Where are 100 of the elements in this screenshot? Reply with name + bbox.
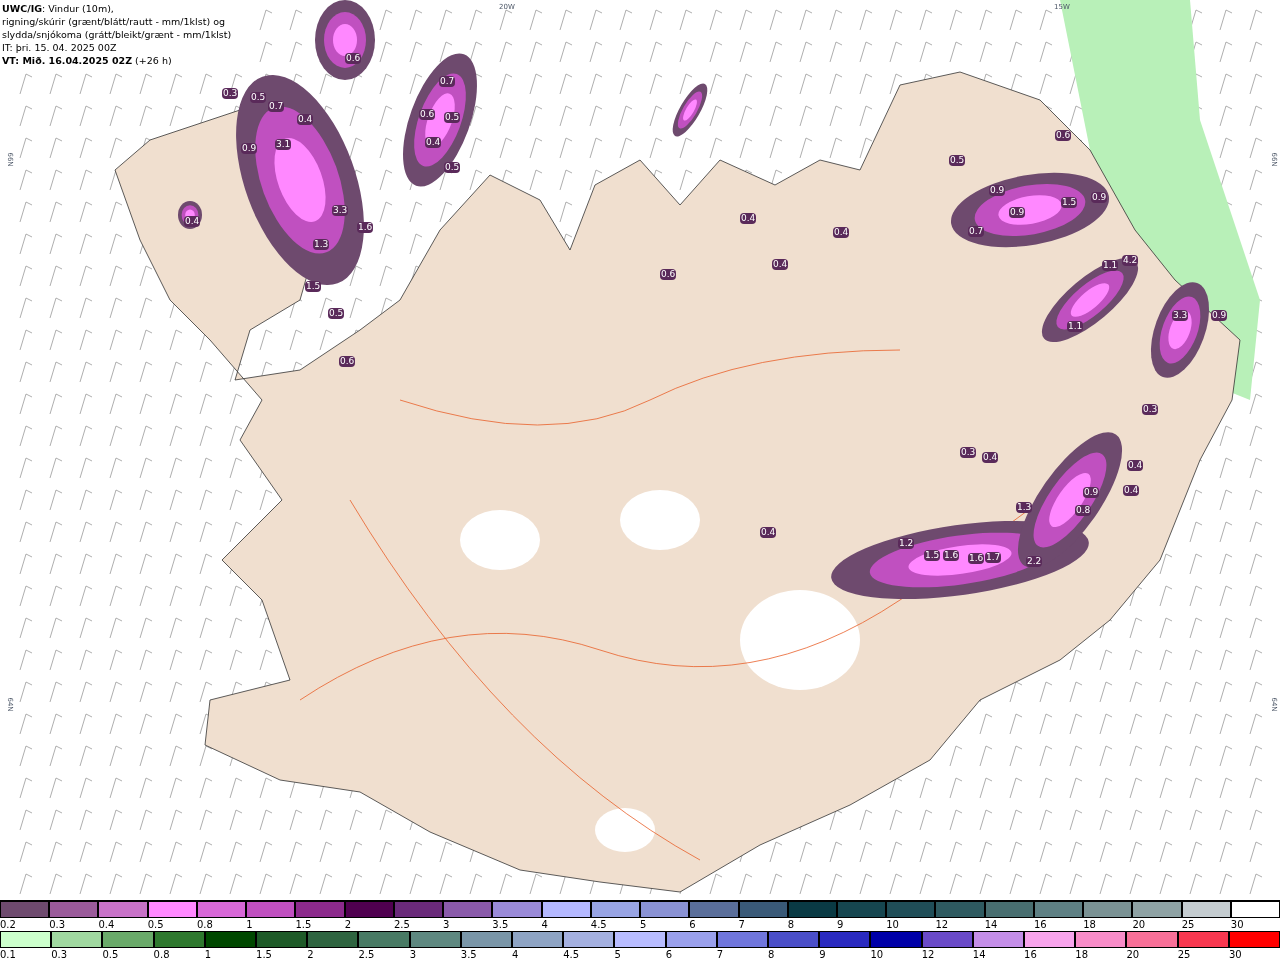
legend-label: 8 xyxy=(768,948,775,960)
value-label: 0.6 xyxy=(339,356,356,367)
value-label: 1.7 xyxy=(985,552,1002,563)
legend-label: 18 xyxy=(1083,918,1096,931)
legend-label: 1 xyxy=(204,948,212,960)
legend-label: 3 xyxy=(443,918,450,931)
value-label: 1.6 xyxy=(943,550,960,561)
legend-label: 30 xyxy=(1228,948,1242,960)
value-label: 2.2 xyxy=(1026,556,1043,567)
legend-label: 7 xyxy=(738,918,745,931)
value-label: 0.5 xyxy=(444,112,461,123)
value-label: 0.3 xyxy=(960,447,977,458)
legend-label: 16 xyxy=(1024,948,1037,960)
value-label: 1.3 xyxy=(313,239,330,250)
legend-label: 7 xyxy=(716,948,724,960)
value-label: 1.5 xyxy=(1061,197,1078,208)
legend-label: 2 xyxy=(307,948,314,960)
value-label: 0.4 xyxy=(740,213,757,224)
value-label: 1.1 xyxy=(1102,260,1119,271)
legend-label: 10 xyxy=(870,948,884,960)
legend-label: 3.5 xyxy=(460,948,477,960)
legend-label: 12 xyxy=(921,948,935,960)
value-label: 0.3 xyxy=(222,88,239,99)
value-label: 0.9 xyxy=(1211,310,1228,321)
value-label: 1.1 xyxy=(1067,321,1084,332)
legend-label: 9 xyxy=(819,948,826,960)
legend-label: 0.8 xyxy=(153,948,170,960)
value-label: 0.6 xyxy=(660,269,677,280)
legend-label: 5 xyxy=(640,918,647,931)
title-line: slydda/snjókoma (grátt/bleikt/grænt - mm/1klst) xyxy=(2,28,233,41)
value-label: 0.6 xyxy=(1055,130,1072,141)
value-label: 0.8 xyxy=(1075,505,1092,516)
value-label: 0.9 xyxy=(1009,207,1026,218)
value-label: 1.2 xyxy=(898,538,915,549)
value-label: 0.5 xyxy=(328,308,345,319)
legend-label: 5 xyxy=(614,948,621,960)
value-label: 0.4 xyxy=(1123,485,1140,496)
legend-label: 12 xyxy=(935,918,949,931)
legend-label: 2 xyxy=(344,918,351,931)
legend-label: 0.3 xyxy=(51,948,68,960)
value-label: 3.3 xyxy=(332,205,349,216)
legend-label: 0.2 xyxy=(0,918,16,931)
legend-label: 4 xyxy=(541,918,548,931)
value-label: 0.9 xyxy=(241,143,258,154)
value-label: 0.3 xyxy=(1142,404,1159,415)
value-label: 0.7 xyxy=(268,101,285,112)
legend-label: 0.3 xyxy=(49,918,66,931)
legend-label: 6 xyxy=(689,918,696,931)
legend-label: 10 xyxy=(886,918,899,931)
title-line: rigning/skúrir (grænt/blátt/rautt - mm/1klst) og xyxy=(2,15,226,28)
value-label: 0.9 xyxy=(1091,192,1108,203)
value-label: 0.9 xyxy=(1083,487,1100,498)
legend-label: 8 xyxy=(787,918,795,931)
value-label: 1.3 xyxy=(1016,502,1033,513)
legend-label: 1.5 xyxy=(256,948,272,960)
value-label: 0.5 xyxy=(949,155,966,166)
value-label: 0.4 xyxy=(425,137,442,148)
legend-label: 16 xyxy=(1033,918,1047,931)
value-label: 1.5 xyxy=(924,550,941,561)
legend-label: 6 xyxy=(665,948,672,960)
value-label: 0.9 xyxy=(989,185,1006,196)
value-label: 1.6 xyxy=(357,222,374,233)
legend-label: 3 xyxy=(409,948,416,960)
legend-label: 9 xyxy=(837,918,844,931)
legend-label: 4.5 xyxy=(590,918,607,931)
legend-label: 0.8 xyxy=(196,918,213,931)
value-label: 0.4 xyxy=(772,259,789,270)
value-label: 0.6 xyxy=(419,109,436,120)
legend-label: 2.5 xyxy=(358,948,375,960)
legend-label: 25 xyxy=(1177,948,1191,960)
title-line: IT: þri. 15. 04. 2025 00Z xyxy=(2,41,118,54)
title-line: UWC/IG: Vindur (10m), xyxy=(2,2,115,15)
legend-label: 1 xyxy=(246,918,253,931)
legend-label: 0.1 xyxy=(0,948,16,960)
value-label: 3.3 xyxy=(1172,310,1189,321)
legend-label: 20 xyxy=(1126,948,1140,960)
value-label: 3.1 xyxy=(275,139,292,150)
value-label: 0.7 xyxy=(968,226,985,237)
legend-label: 4 xyxy=(512,948,519,960)
legend-label: 14 xyxy=(984,918,998,931)
value-label: 0.6 xyxy=(345,53,362,64)
legend-label: 1.5 xyxy=(295,918,312,931)
legend-label: 3.5 xyxy=(492,918,509,931)
value-label: 0.4 xyxy=(833,227,850,238)
value-label: 0.4 xyxy=(1127,460,1144,471)
value-label: 0.5 xyxy=(250,92,267,103)
legend-label: 20 xyxy=(1132,918,1146,931)
legend-label: 25 xyxy=(1181,918,1195,931)
title-line: VT: Mið. 16.04.2025 02Z (+26 h) xyxy=(2,54,173,67)
value-label: 4.2 xyxy=(1122,255,1139,266)
value-label: 0.7 xyxy=(439,76,456,87)
value-label: 0.4 xyxy=(184,216,201,227)
legend-label: 2.5 xyxy=(393,918,410,931)
value-label: 1.5 xyxy=(305,281,322,292)
value-label: 1.6 xyxy=(968,553,985,564)
legend-label: 14 xyxy=(972,948,986,960)
value-label: 0.4 xyxy=(982,452,999,463)
legend-label: 0.4 xyxy=(98,918,115,931)
legend-label: 4.5 xyxy=(563,948,580,960)
legend-label: 30 xyxy=(1230,918,1244,931)
